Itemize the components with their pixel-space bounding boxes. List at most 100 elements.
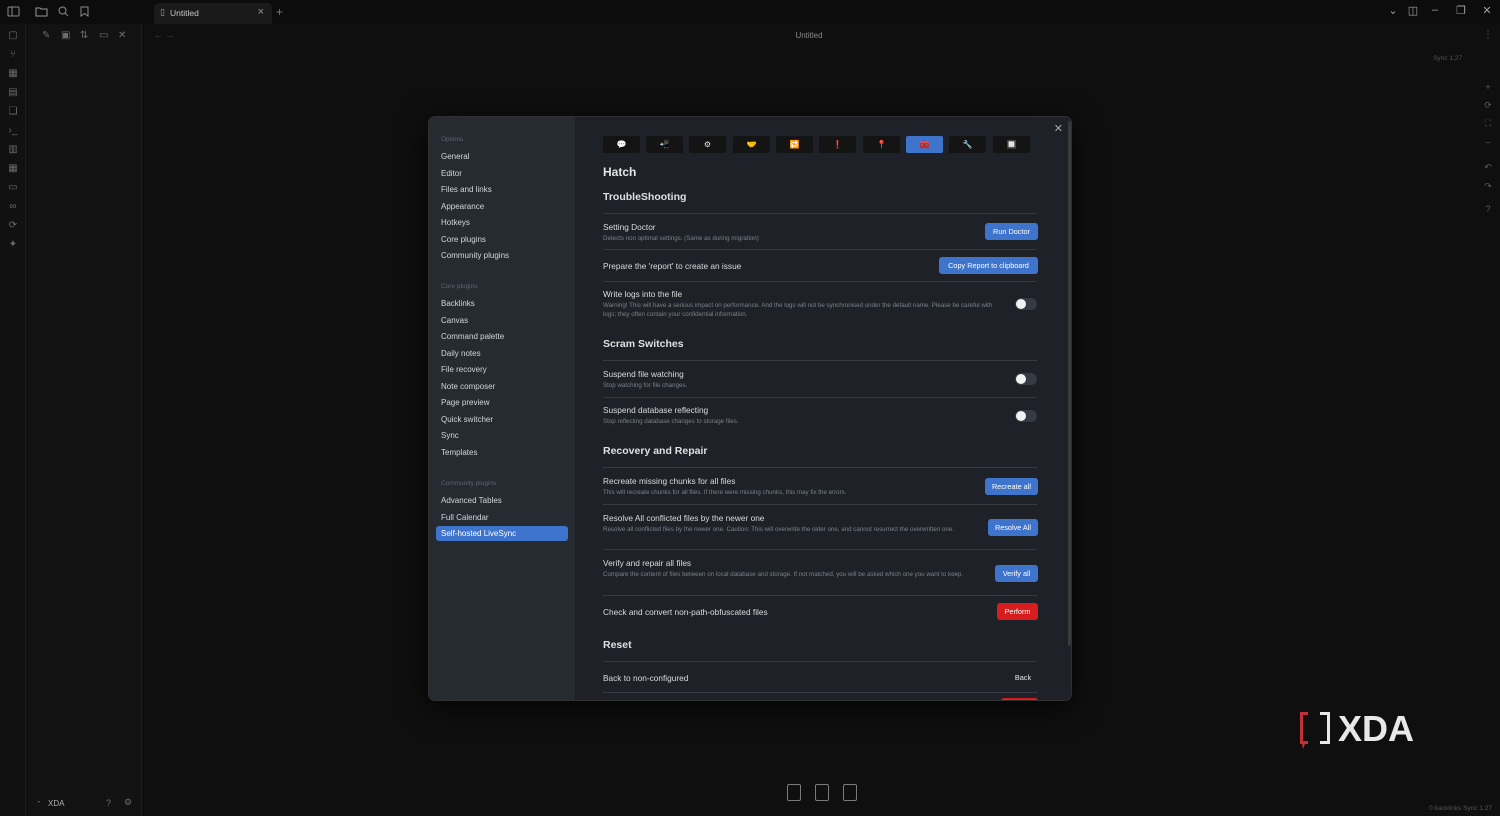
close-panel-icon[interactable]: ✕ [118, 30, 126, 41]
copy-report-button[interactable]: Copy Report to clipboard [939, 257, 1038, 274]
nav-item-backlinks[interactable]: Backlinks [436, 296, 568, 311]
vault-switch-icon[interactable]: ⌃ [36, 800, 42, 808]
tab-handshake-icon[interactable]: 🤝 [733, 136, 770, 153]
tab-upload-icon[interactable]: 📲 [646, 136, 683, 153]
section-heading-recovery-and-repair: Recovery and Repair [603, 445, 708, 457]
zoom-in-icon[interactable]: + [1481, 82, 1495, 96]
setting-name: Write logs into the file [603, 289, 683, 299]
vault-name[interactable]: XDA [48, 799, 64, 808]
tab-medkit-icon[interactable]: 🧰 [906, 136, 943, 153]
image-icon[interactable] [843, 784, 857, 801]
sidebar-toggle-icon[interactable] [6, 5, 20, 19]
suspend-file-watching-toggle[interactable] [1015, 373, 1037, 385]
divider [603, 504, 1037, 505]
nav-item-advanced-tables[interactable]: Advanced Tables [436, 493, 568, 508]
setting-name: Setting Doctor [603, 222, 656, 232]
more-options-icon[interactable]: ⋮ [1481, 29, 1495, 43]
restore-icon[interactable]: ❐ [1453, 4, 1469, 17]
fullscreen-icon[interactable]: ⛶ [1481, 118, 1495, 132]
nav-item-general[interactable]: General [436, 149, 568, 164]
table-icon[interactable]: ▦ [6, 162, 20, 176]
collapse-icon[interactable]: ▭ [99, 30, 108, 41]
undo-icon[interactable]: ↶ [1481, 162, 1495, 176]
nav-item-page-preview[interactable]: Page preview [436, 395, 568, 410]
nav-item-appearance[interactable]: Appearance [436, 199, 568, 214]
tab-grid-icon[interactable]: 🔲 [993, 136, 1030, 153]
new-note-icon[interactable] [787, 784, 801, 801]
tab-wrench-icon[interactable]: 🔧 [949, 136, 986, 153]
recreate-all-button[interactable]: Recreate all [985, 478, 1038, 495]
setting-name: Suspend file watching [603, 369, 684, 379]
zoom-out-icon[interactable]: – [1481, 137, 1495, 151]
new-note-icon[interactable]: ✎ [42, 30, 50, 41]
write-logs-toggle[interactable] [1015, 298, 1037, 310]
sort-icon[interactable]: ⇅ [80, 30, 88, 41]
nav-header-core-plugins: Core plugins [441, 283, 478, 290]
nav-item-editor[interactable]: Editor [436, 166, 568, 181]
reset-icon[interactable]: ⟳ [1481, 100, 1495, 114]
tab-pin-icon[interactable]: 📍 [863, 136, 900, 153]
inbox-icon[interactable]: ▭ [6, 181, 20, 195]
calendar-icon[interactable]: ▤ [6, 86, 20, 100]
graph-icon[interactable]: ⑂ [6, 48, 20, 62]
new-tab-button[interactable]: + [276, 5, 283, 19]
nav-item-community-plugins[interactable]: Community plugins [436, 248, 568, 263]
terminal-icon[interactable]: ›_ [6, 124, 20, 138]
partial-danger-button[interactable] [1001, 698, 1038, 700]
nav-item-self-hosted-livesync[interactable]: Self-hosted LiveSync [436, 526, 568, 541]
divider [603, 692, 1037, 693]
help-icon[interactable]: ? [106, 798, 111, 808]
verify-all-button[interactable]: Verify all [995, 565, 1038, 582]
scrollbar[interactable] [1068, 121, 1071, 646]
close-window-icon[interactable]: ✕ [1479, 4, 1495, 17]
nav-item-core-plugins[interactable]: Core plugins [436, 232, 568, 247]
resolve-all-button[interactable]: Resolve All [988, 519, 1038, 536]
back-button[interactable]: Back [1008, 669, 1038, 686]
wand-icon[interactable]: ✦ [6, 238, 20, 252]
tab-sync-icon[interactable]: 🔁 [776, 136, 813, 153]
nav-item-hotkeys[interactable]: Hotkeys [436, 215, 568, 230]
sync-icon[interactable]: ⟳ [6, 219, 20, 233]
new-folder-icon[interactable]: ▣ [61, 30, 70, 41]
tab-gear-icon[interactable]: ⚙ [689, 136, 726, 153]
close-icon[interactable]: ✕ [1054, 122, 1063, 135]
nav-item-files-and-links[interactable]: Files and links [436, 182, 568, 197]
tab-speech-bubble-icon[interactable]: 💬 [603, 136, 640, 153]
run-doctor-button[interactable]: Run Doctor [985, 223, 1038, 240]
nav-item-quick-switcher[interactable]: Quick switcher [436, 412, 568, 427]
divider [603, 595, 1037, 596]
folder-icon[interactable] [34, 5, 48, 19]
search-icon[interactable] [56, 5, 70, 19]
canvas-icon[interactable]: ▦ [6, 67, 20, 81]
link-icon[interactable]: ∞ [6, 200, 20, 214]
document-icon[interactable] [815, 784, 829, 801]
nav-item-templates[interactable]: Templates [436, 445, 568, 460]
perform-button[interactable]: Perform [997, 603, 1038, 620]
bookmark-icon[interactable] [77, 5, 91, 19]
nav-item-full-calendar[interactable]: Full Calendar [436, 510, 568, 525]
settings-gear-icon[interactable]: ⚙ [124, 797, 132, 808]
tab-untitled[interactable]: ▯ Untitled × [154, 3, 272, 24]
nav-item-sync[interactable]: Sync [436, 428, 568, 443]
tab-exclamation-icon[interactable]: ❗ [819, 136, 856, 153]
close-tab-icon[interactable]: × [258, 6, 264, 18]
minimize-icon[interactable]: – [1427, 4, 1443, 16]
sync-status: Sync 1.27 [1433, 55, 1462, 62]
nav-item-canvas[interactable]: Canvas [436, 313, 568, 328]
setting-name: Resolve All conflicted files by the newe… [603, 513, 765, 523]
files-icon[interactable]: ▢ [6, 29, 20, 43]
right-sidebar-toggle-icon[interactable]: ◫ [1405, 4, 1421, 17]
suspend-database-reflecting-toggle[interactable] [1015, 410, 1037, 422]
copy-icon[interactable]: ❏ [6, 105, 20, 119]
settings-nav: Options General Editor Files and links A… [429, 117, 575, 700]
nav-item-note-composer[interactable]: Note composer [436, 379, 568, 394]
nav-item-file-recovery[interactable]: File recovery [436, 362, 568, 377]
plugin-section-tabs: 💬 📲 ⚙ 🤝 🔁 ❗ 📍 🧰 🔧 🔲 [603, 136, 1043, 154]
chevron-down-icon[interactable]: ⌄ [1385, 4, 1401, 17]
nav-item-command-palette[interactable]: Command palette [436, 329, 568, 344]
nav-item-daily-notes[interactable]: Daily notes [436, 346, 568, 361]
help-icon[interactable]: ? [1481, 204, 1495, 218]
redo-icon[interactable]: ↷ [1481, 181, 1495, 195]
daily-note-icon[interactable]: ▥ [6, 143, 20, 157]
divider [603, 549, 1037, 550]
